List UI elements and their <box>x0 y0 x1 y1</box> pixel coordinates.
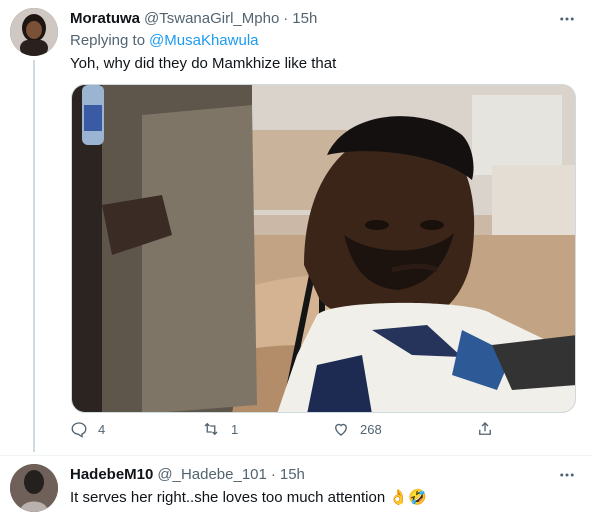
timestamp[interactable]: 15h <box>292 10 317 27</box>
separator-dot: · <box>283 10 289 27</box>
more-icon[interactable] <box>556 8 578 30</box>
replying-to: Replying to @MusaKhawula <box>70 32 259 49</box>
timestamp[interactable]: 15h <box>280 466 305 483</box>
tweet-actions: 4 1 268 <box>70 420 510 446</box>
replying-prefix: Replying to <box>70 32 146 49</box>
display-name[interactable]: HadebeM10 <box>70 466 153 483</box>
more-horizontal-icon <box>560 473 574 477</box>
tweet-header: HadebeM10 @_Hadebe_101 · 15h <box>70 466 305 483</box>
share-button[interactable] <box>476 420 504 438</box>
avatar-image <box>10 464 58 512</box>
avatar[interactable] <box>10 464 58 512</box>
tweet-media[interactable] <box>71 84 576 413</box>
thread-line <box>33 60 35 452</box>
user-handle[interactable]: @_Hadebe_101 <box>157 466 266 483</box>
heart-icon <box>335 423 347 436</box>
retweet-icon <box>204 422 218 436</box>
display-name[interactable]: Moratuwa <box>70 10 140 27</box>
separator-dot: · <box>270 466 276 483</box>
share-icon <box>479 422 491 435</box>
tweet-reply[interactable]: Moratuwa @TswanaGirl_Mpho · 15h Replying… <box>0 0 592 456</box>
avatar-image <box>10 8 58 56</box>
more-horizontal-icon <box>560 17 574 21</box>
reply-count: 4 <box>98 421 106 437</box>
tweet-text: Yoh, why did they do Mamkhize like that <box>70 55 337 72</box>
reply-icon <box>71 422 87 438</box>
retweet-button[interactable]: 1 <box>201 420 238 438</box>
like-count: 268 <box>360 421 382 437</box>
retweet-count: 1 <box>231 421 239 437</box>
like-button[interactable]: 268 <box>332 420 382 438</box>
user-handle[interactable]: @TswanaGirl_Mpho <box>144 10 279 27</box>
tweet-reply[interactable]: HadebeM10 @_Hadebe_101 · 15h It serves h… <box>0 456 592 514</box>
more-icon[interactable] <box>556 464 578 486</box>
tweet-text: It serves her right..she loves too much … <box>70 489 427 506</box>
avatar[interactable] <box>10 8 58 56</box>
reply-button[interactable]: 4 <box>70 420 105 438</box>
tweet-header: Moratuwa @TswanaGirl_Mpho · 15h <box>70 10 317 27</box>
tweet-photo <box>72 85 575 412</box>
mention-link[interactable]: @MusaKhawula <box>149 32 258 49</box>
